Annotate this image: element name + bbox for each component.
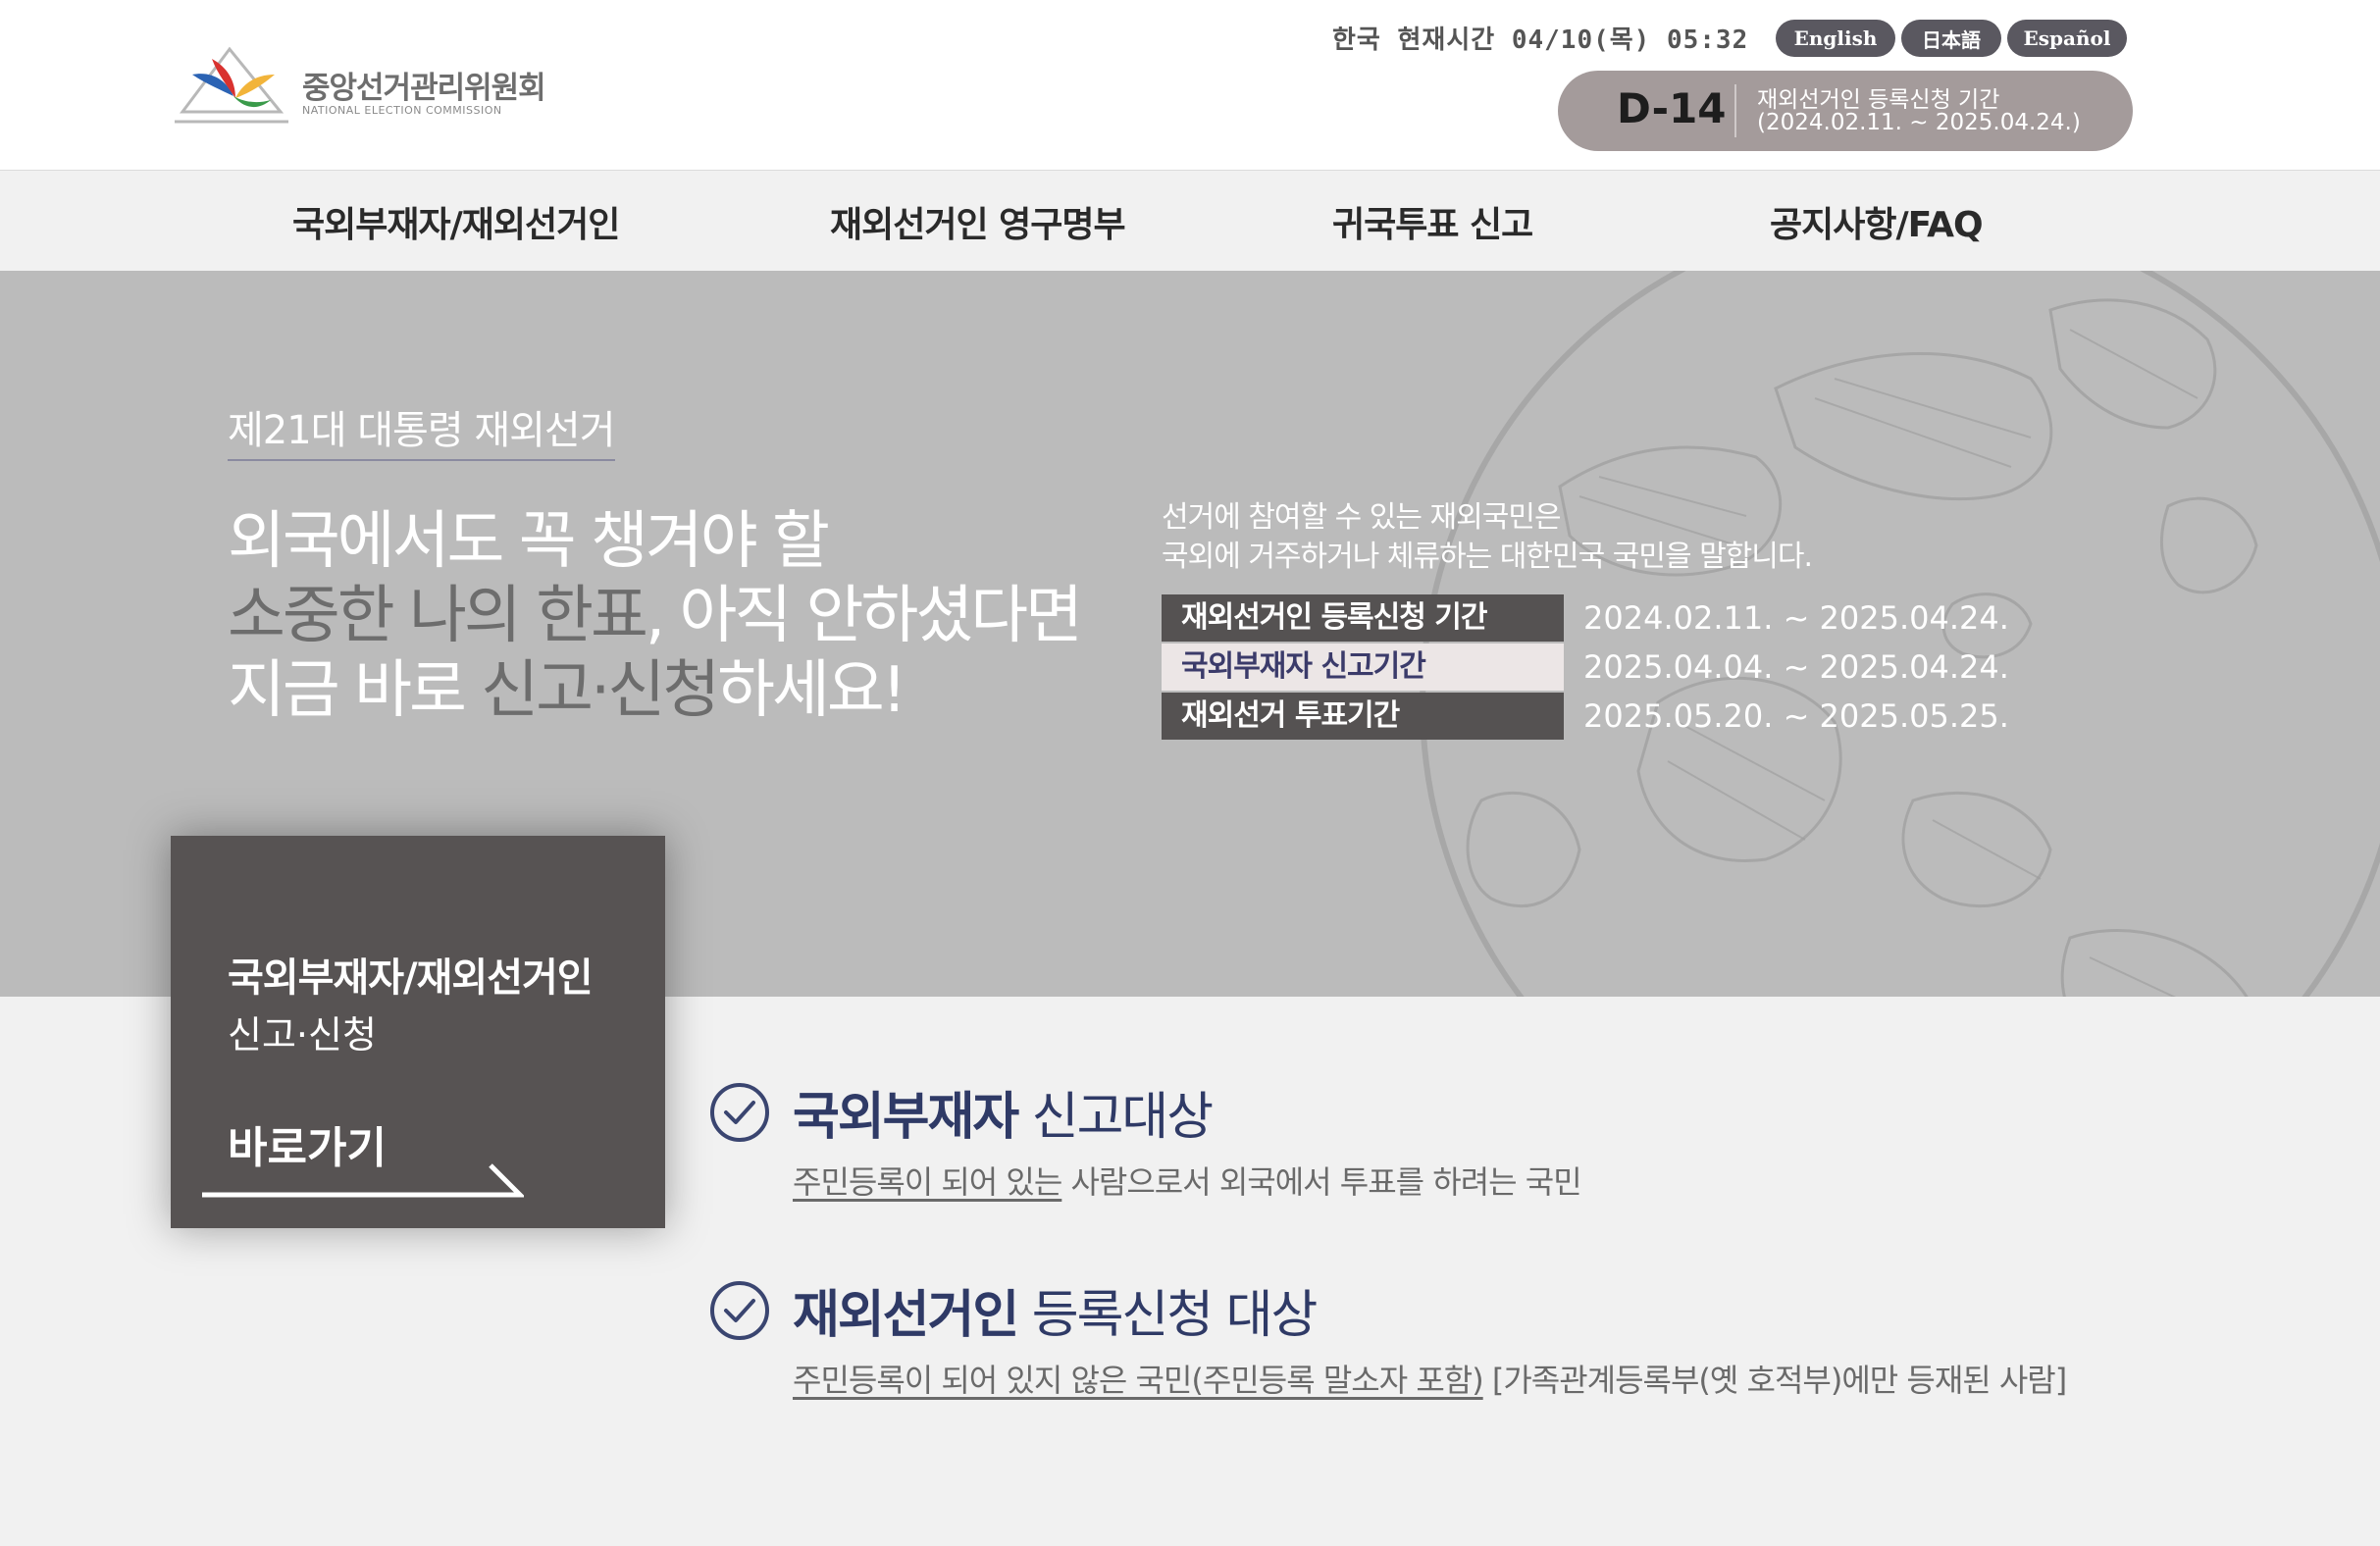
hero-description-line2: 국외에 거주하거나 체류하는 대한민국 국민을 말합니다. xyxy=(1162,540,1813,574)
hero-headline-line3: 지금 바로 신고·신청하세요! xyxy=(228,640,906,730)
absentee-target-description: 주민등록이 되어 있는 사람으로서 외국에서 투표를 하려는 국민 xyxy=(793,1158,1582,1203)
period-dates: 2025.05.20. ~ 2025.05.25. xyxy=(1583,697,2009,735)
check-circle-icon xyxy=(710,1083,769,1142)
period-dates: 2024.02.11. ~ 2025.04.24. xyxy=(1583,599,2009,637)
hero-headline-text: 하세요! xyxy=(717,654,906,727)
period-label: 재외선거인 등록신청 기간 xyxy=(1162,594,1564,642)
logo-text-en: NATIONAL ELECTION COMMISSION xyxy=(302,104,502,117)
cta-title: 국외부재자/재외선거인 xyxy=(228,955,594,1001)
nav-item-absentee-overseas-voter[interactable]: 국외부재자/재외선거인 xyxy=(292,196,620,247)
info-title-text: 등록신청 대상 xyxy=(1017,1286,1319,1345)
cta-subtitle: 신고·신청 xyxy=(228,1013,377,1056)
absentee-target-title: 국외부재자 신고대상 xyxy=(793,1075,1214,1149)
overseas-voter-target-description: 주민등록이 되어 있지 않은 국민(주민등록 말소자 포함) [가족관계등록부(… xyxy=(793,1356,2067,1401)
hero-headline-emphasis: 신고·신청 xyxy=(481,654,720,727)
hero-headline-text: 지금 바로 xyxy=(228,654,482,727)
dday-divider xyxy=(1734,84,1736,137)
check-circle-icon xyxy=(710,1281,769,1340)
period-label: 국외부재자 신고기간 xyxy=(1162,644,1564,691)
arrow-right-icon xyxy=(202,1163,524,1198)
overseas-voter-target-title: 재외선거인 등록신청 대상 xyxy=(793,1273,1319,1347)
dday-count: D-14 xyxy=(1617,84,1727,132)
nav-item-return-vote-report[interactable]: 귀국투표 신고 xyxy=(1332,196,1533,247)
period-label: 재외선거 투표기간 xyxy=(1162,693,1564,740)
report-apply-shortcut-card[interactable]: 국외부재자/재외선거인 신고·신청 바로가기 xyxy=(171,836,665,1228)
lang-button-japanese[interactable]: 日本語 xyxy=(1901,20,2001,57)
info-desc-underlined: 주민등록이 되어 있지 않은 국민(주민등록 말소자 포함) xyxy=(793,1362,1484,1399)
hero-election-title: 제21대 대통령 재외선거 xyxy=(228,398,616,461)
dday-range: (2024.02.11. ~ 2025.04.24.) xyxy=(1757,110,2081,135)
info-desc-text: [가족관계등록부(옛 호적부)에만 등재된 사람] xyxy=(1482,1362,2067,1399)
info-desc-underlined: 주민등록이 되어 있는 xyxy=(793,1163,1062,1201)
nav-item-notice-faq[interactable]: 공지사항/FAQ xyxy=(1770,196,1984,247)
info-title-text: 신고대상 xyxy=(1017,1088,1214,1147)
site-header: 중앙선거관리위원회 NATIONAL ELECTION COMMISSION 한… xyxy=(0,0,2380,171)
language-switcher: English 日本語 Español xyxy=(1776,20,2127,57)
site-logo[interactable]: 중앙선거관리위원회 NATIONAL ELECTION COMMISSION xyxy=(173,41,546,128)
lang-button-english[interactable]: English xyxy=(1776,20,1895,57)
dday-label: 재외선거인 등록신청 기간 xyxy=(1757,87,2000,113)
logo-text-ko: 중앙선거관리위원회 xyxy=(302,71,546,106)
korea-current-time: 한국 현재시간 04/10(목) 05:32 xyxy=(1332,26,1749,55)
nec-logo-icon xyxy=(175,46,288,124)
dday-countdown-pill: D-14 재외선거인 등록신청 기간 (2024.02.11. ~ 2025.0… xyxy=(1558,71,2133,151)
info-title-emphasis: 국외부재자 xyxy=(793,1088,1019,1147)
lang-button-spanish[interactable]: Español xyxy=(2007,20,2127,57)
nav-item-permanent-register[interactable]: 재외선거인 영구명부 xyxy=(830,196,1126,247)
hero-description-line1: 선거에 참여할 수 있는 재외국민은 xyxy=(1162,500,1562,535)
period-dates: 2025.04.04. ~ 2025.04.24. xyxy=(1583,648,2009,686)
info-desc-text: 사람으로서 외국에서 투표를 하려는 국민 xyxy=(1061,1163,1581,1201)
info-title-emphasis: 재외선거인 xyxy=(793,1286,1019,1345)
